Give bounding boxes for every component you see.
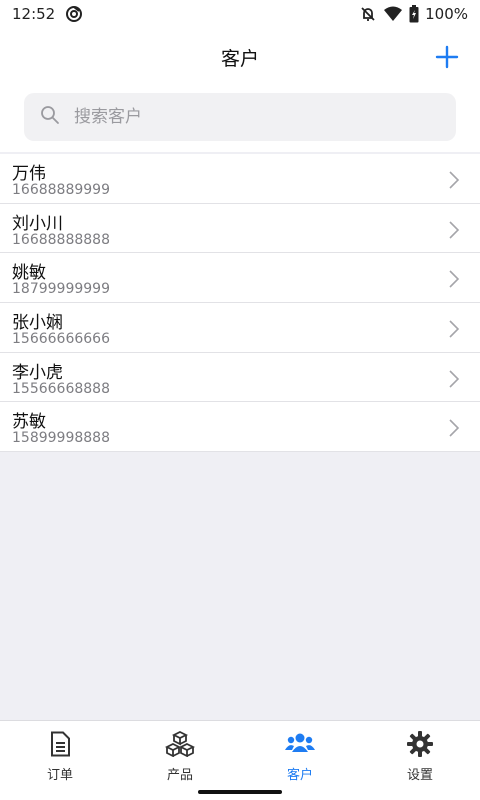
chevron-right-icon xyxy=(448,269,460,293)
tab-orders[interactable]: 订单 xyxy=(0,721,120,783)
customer-phone: 16688889999 xyxy=(12,182,110,198)
tab-customers[interactable]: 客户 xyxy=(240,721,360,783)
status-bar: 12:52 100% xyxy=(0,0,480,28)
customer-list: 万伟 16688889999 刘小川 16688888888 姚敏 187999… xyxy=(0,154,480,453)
search-section xyxy=(0,86,480,152)
battery-percent: 100% xyxy=(425,5,468,23)
tab-settings[interactable]: 设置 xyxy=(360,721,480,783)
bottom-tab-bar: 订单 产品 客户 设置 xyxy=(0,720,480,783)
status-right: 100% xyxy=(359,5,468,23)
customer-phone: 16688888888 xyxy=(12,231,110,248)
chevron-right-icon xyxy=(448,369,460,393)
customer-phone: 18799999999 xyxy=(12,281,110,298)
battery-icon xyxy=(409,5,419,23)
search-icon xyxy=(40,105,60,129)
chevron-right-icon xyxy=(448,319,460,343)
customer-phone: 15899998888 xyxy=(12,430,110,447)
customer-name: 姚敏 xyxy=(12,263,46,284)
search-box[interactable] xyxy=(24,93,456,141)
customer-name: 李小虎 xyxy=(12,362,63,383)
tab-label: 客户 xyxy=(286,768,313,783)
tab-label: 订单 xyxy=(46,768,73,783)
customer-phone: 15566668888 xyxy=(12,380,110,397)
customer-name: 张小娴 xyxy=(12,313,63,334)
tab-products[interactable]: 产品 xyxy=(120,721,240,783)
page-title: 客户 xyxy=(220,47,259,70)
list-item[interactable]: 万伟 16688889999 xyxy=(0,154,480,204)
page-header: 客户 xyxy=(0,28,480,86)
add-customer-button[interactable] xyxy=(434,44,460,70)
list-item[interactable]: 李小虎 15566668888 xyxy=(0,352,480,403)
list-item[interactable]: 刘小川 16688888888 xyxy=(0,203,480,254)
users-icon xyxy=(285,731,315,761)
customer-name: 苏敏 xyxy=(12,412,46,433)
document-icon xyxy=(48,731,72,761)
customer-name: 刘小川 xyxy=(12,213,63,234)
plus-icon xyxy=(435,45,459,69)
home-handle[interactable] xyxy=(198,790,282,794)
chevron-right-icon xyxy=(448,220,460,244)
wifi-icon xyxy=(383,6,403,22)
app-screen: 12:52 100% 客户 搜索客户 万伟 16688889999 刘小川 16… xyxy=(0,0,480,800)
boxes-icon xyxy=(164,730,196,761)
tab-label: 设置 xyxy=(406,768,433,783)
notifications-off-icon xyxy=(359,5,377,23)
chevron-right-icon xyxy=(448,418,460,442)
gear-icon xyxy=(407,731,433,761)
customer-phone: 15666666666 xyxy=(12,331,110,348)
system-nav-bar xyxy=(0,782,480,800)
list-item[interactable]: 姚敏 18799999999 xyxy=(0,253,480,304)
customer-name: 万伟 xyxy=(12,164,46,184)
search-input[interactable] xyxy=(74,107,414,127)
chevron-right-icon xyxy=(448,170,460,194)
status-time: 12:52 xyxy=(12,5,56,23)
sync-icon xyxy=(65,5,83,23)
list-item[interactable]: 张小娴 15666666666 xyxy=(0,303,480,353)
tab-label: 产品 xyxy=(166,768,193,783)
list-item[interactable]: 苏敏 15899998888 xyxy=(0,402,480,453)
